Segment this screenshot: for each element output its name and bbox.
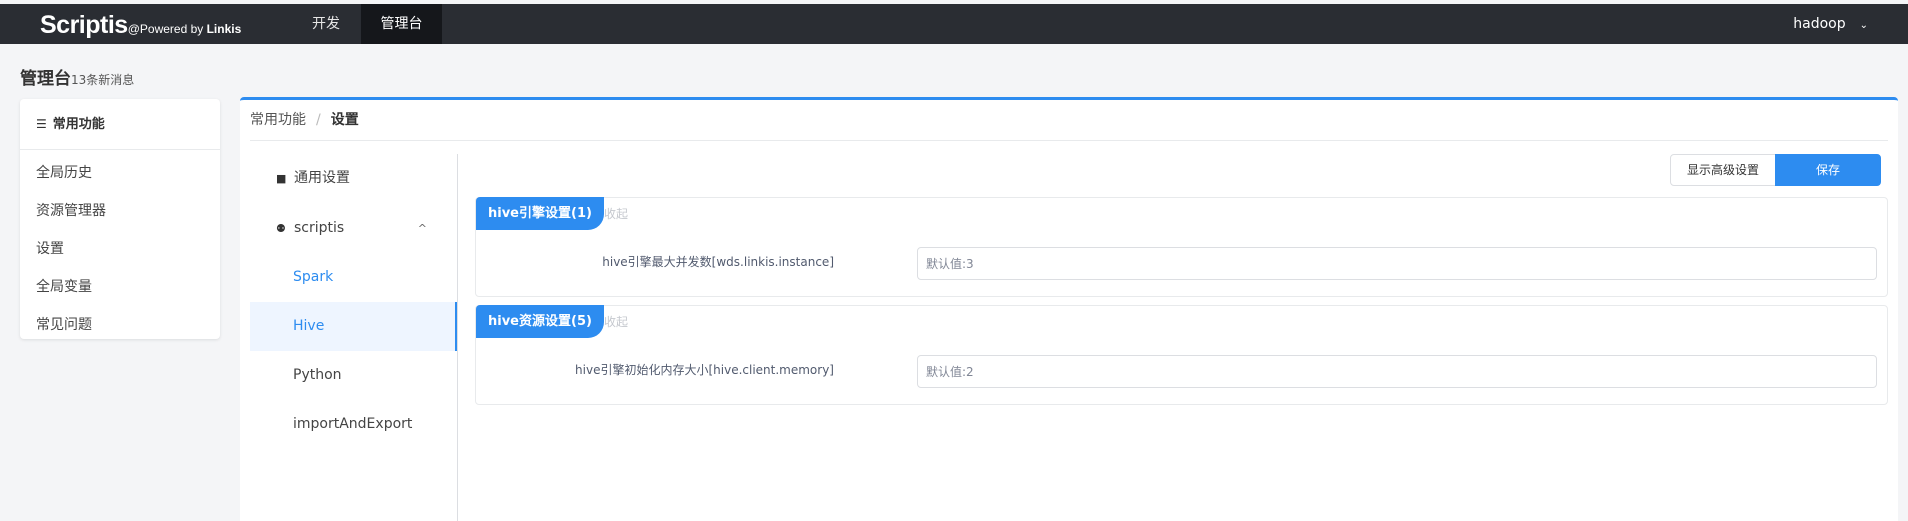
menu-item-label: scriptis bbox=[294, 220, 345, 236]
menu-item-spark[interactable]: Spark bbox=[250, 253, 457, 302]
menu-item-hive[interactable]: Hive bbox=[250, 302, 457, 351]
group-icon: ⚉ bbox=[276, 222, 286, 235]
logo-brand: Scriptis bbox=[40, 11, 128, 39]
sidebar-heading: ☰ 常用功能 bbox=[20, 99, 220, 150]
logo-powered-brand: Linkis bbox=[206, 22, 242, 36]
client-memory-input[interactable] bbox=[917, 355, 1877, 388]
panel-title: hive引擎设置(1) bbox=[476, 197, 604, 230]
sidebar-item-resource-manager[interactable]: 资源管理器 bbox=[20, 192, 220, 230]
new-messages-count[interactable]: 13条新消息 bbox=[71, 73, 134, 87]
breadcrumb-current: 设置 bbox=[330, 112, 359, 128]
breadcrumb-separator: / bbox=[316, 112, 321, 128]
user-name: hadoop bbox=[1793, 16, 1846, 32]
menu-item-general-settings[interactable]: ■ 通用设置 bbox=[250, 154, 457, 203]
hive-engine-settings-panel: hive引擎设置(1) 收起 hive引擎最大并发数[wds.linkis.in… bbox=[475, 197, 1888, 297]
menu-item-label: 通用设置 bbox=[294, 170, 350, 186]
menu-item-python[interactable]: Python bbox=[250, 351, 457, 400]
max-concurrency-input[interactable] bbox=[917, 247, 1877, 280]
app-logo[interactable]: Scriptis@Powered by Linkis bbox=[40, 11, 241, 40]
menu-group-scriptis[interactable]: ⚉ scriptis ^ bbox=[250, 204, 457, 253]
settings-menu: ■ 通用设置 ⚉ scriptis ^ Spark Hive Python impo… bbox=[250, 154, 458, 521]
nav-admin-console[interactable]: 管理台 bbox=[361, 4, 442, 44]
sliders-icon: ☰ bbox=[36, 117, 47, 131]
sidebar: ☰ 常用功能 全局历史 资源管理器 设置 全局变量 常见问题 bbox=[20, 99, 220, 339]
main-panel: 常用功能 / 设置 ■ 通用设置 ⚉ scriptis ^ Spark Hive Pyt… bbox=[240, 97, 1898, 521]
nav-develop[interactable]: 开发 bbox=[296, 4, 356, 44]
chevron-down-icon: ⌄ bbox=[1859, 20, 1868, 31]
top-bar: Scriptis@Powered by Linkis 开发 管理台 hadoop… bbox=[0, 4, 1908, 44]
field-label-client-memory: hive引擎初始化内存大小[hive.client.memory] bbox=[575, 363, 834, 377]
user-menu[interactable]: hadoop ⌄ bbox=[1793, 4, 1868, 44]
page-title-text: 管理台 bbox=[20, 69, 71, 89]
collapse-link[interactable]: 收起 bbox=[604, 313, 628, 330]
sidebar-heading-label: 常用功能 bbox=[52, 117, 105, 132]
sidebar-item-global-history[interactable]: 全局历史 bbox=[20, 154, 220, 192]
menu-item-import-export[interactable]: importAndExport bbox=[250, 400, 457, 449]
chevron-up-icon[interactable]: ^ bbox=[418, 204, 427, 253]
settings-content: 显示高级设置 保存 hive引擎设置(1) 收起 hive引擎最大并发数[wds… bbox=[475, 154, 1890, 521]
panel-title: hive资源设置(5) bbox=[476, 305, 604, 338]
save-button[interactable]: 保存 bbox=[1775, 154, 1881, 186]
logo-powered-prefix: @Powered by bbox=[127, 22, 207, 36]
show-advanced-settings-button[interactable]: 显示高级设置 bbox=[1670, 154, 1776, 186]
sidebar-item-settings[interactable]: 设置 bbox=[20, 230, 220, 268]
field-label-max-concurrency: hive引擎最大并发数[wds.linkis.instance] bbox=[602, 255, 834, 269]
breadcrumb: 常用功能 / 设置 bbox=[250, 100, 1888, 141]
sidebar-list: 全局历史 资源管理器 设置 全局变量 常见问题 bbox=[20, 150, 220, 344]
hive-resource-settings-panel: hive资源设置(5) 收起 hive引擎初始化内存大小[hive.client… bbox=[475, 305, 1888, 405]
page-title: 管理台13条新消息 bbox=[20, 64, 134, 89]
breadcrumb-parent[interactable]: 常用功能 bbox=[250, 112, 306, 128]
sidebar-item-global-variables[interactable]: 全局变量 bbox=[20, 268, 220, 306]
document-icon: ■ bbox=[276, 172, 287, 185]
collapse-link[interactable]: 收起 bbox=[604, 205, 628, 222]
sidebar-item-faq[interactable]: 常见问题 bbox=[20, 306, 220, 344]
logo-powered-by: @Powered by Linkis bbox=[128, 22, 242, 36]
